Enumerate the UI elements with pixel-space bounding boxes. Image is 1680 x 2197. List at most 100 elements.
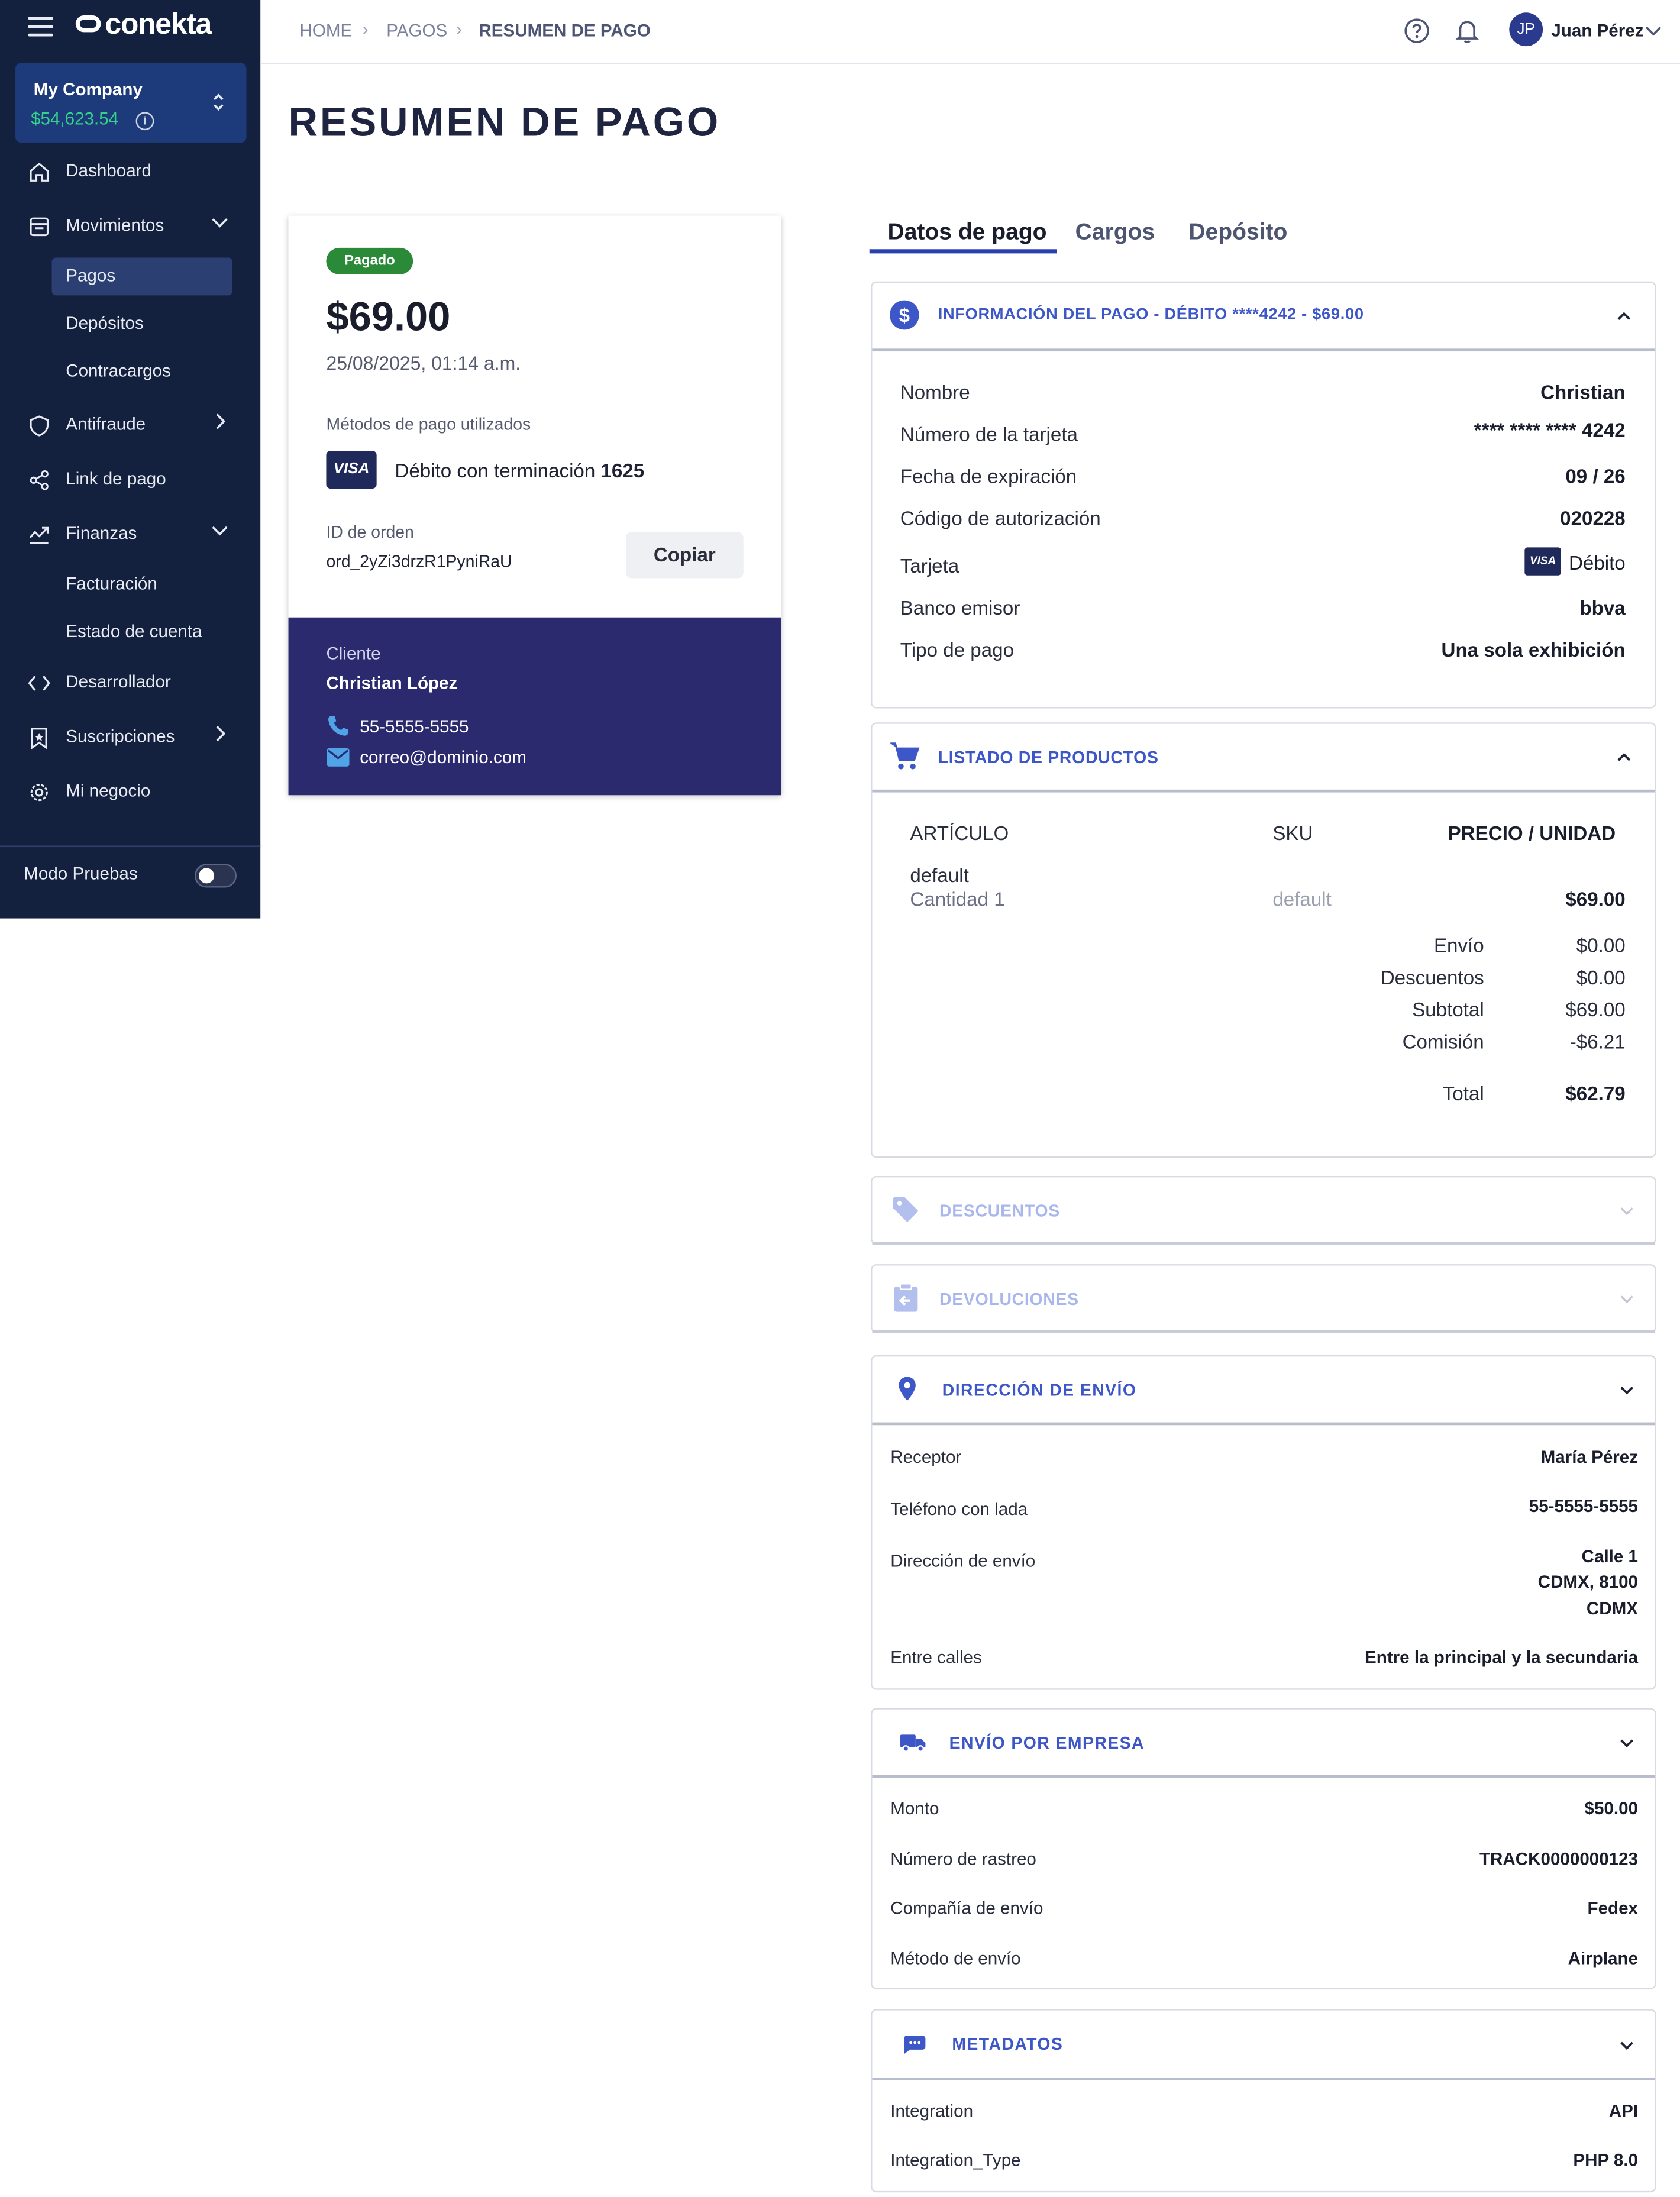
chevron-updown-icon	[211, 92, 225, 115]
payment-amount: $69.00	[326, 295, 451, 341]
client-email: correo@dominio.com	[360, 747, 526, 767]
chevron-down-icon[interactable]	[1618, 2037, 1635, 2054]
info-label-auth-code: Código de autorización	[900, 506, 1101, 529]
metadata-panel: METADATOS Integration API Integration_Ty…	[871, 2009, 1656, 2193]
col-header-price: PRECIO / UNIDAD	[1448, 822, 1616, 845]
menu-icon[interactable]	[28, 17, 53, 37]
monto-label: Monto	[890, 1799, 939, 1819]
shipping-address-panel: DIRECCIÓN DE ENVÍO Receptor María Pérez …	[871, 1355, 1656, 1690]
sidebar-item-desarrollador[interactable]: Desarrollador	[0, 664, 260, 703]
address-line-2: CDMX, 8100	[1537, 1572, 1639, 1592]
payment-datetime: 25/08/2025, 01:14 a.m.	[326, 353, 521, 374]
sidebar-item-mi-negocio[interactable]: Mi negocio	[0, 773, 260, 812]
panel-divider	[872, 348, 1655, 351]
tab-datos-de-pago[interactable]: Datos de pago	[887, 220, 1046, 247]
panel-title[interactable]: LISTADO DE PRODUCTOS	[938, 748, 1159, 767]
method-text: Débito con terminación	[395, 459, 596, 482]
sidebar-sub-pagos[interactable]: Pagos	[51, 257, 232, 296]
sidebar-item-finanzas[interactable]: Finanzas	[0, 515, 260, 554]
sidebar-sub-estado-de-cuenta[interactable]: Estado de cuenta	[52, 613, 232, 651]
total-label-envio: Envío	[1433, 933, 1484, 957]
status-badge: Pagado	[326, 247, 413, 274]
breadcrumb-pagos[interactable]: PAGOS	[386, 21, 447, 41]
sidebar-sub-label: Facturación	[66, 574, 157, 594]
home-icon	[30, 162, 49, 182]
carrier-label: Compañía de envío	[890, 1898, 1043, 1918]
help-icon[interactable]	[1403, 17, 1430, 44]
info-label-expiration: Fecha de expiración	[900, 464, 1077, 487]
between-value: Entre la principal y la secundaria	[1365, 1647, 1639, 1668]
total-label-descuentos: Descuentos	[1380, 966, 1484, 988]
topbar-divider	[260, 63, 1680, 64]
total-value-descuentos: $0.00	[1576, 966, 1626, 988]
sidebar-item-dashboard[interactable]: Dashboard	[0, 153, 260, 192]
panel-divider	[872, 1422, 1655, 1425]
copy-button[interactable]: Copiar	[625, 532, 744, 579]
col-header-sku: SKU	[1272, 822, 1313, 845]
info-label-card-number: Número de la tarjeta	[900, 422, 1078, 445]
integration-value: API	[1608, 2101, 1639, 2121]
chevron-right-icon	[216, 413, 226, 429]
panel-title: DEVOLUCIONES	[939, 1289, 1079, 1309]
company-name: My Company	[33, 79, 143, 100]
share-icon	[30, 470, 49, 490]
receptor-value: María Pérez	[1540, 1448, 1639, 1468]
sidebar-sub-depositos[interactable]: Depósitos	[52, 305, 232, 343]
info-icon[interactable]: i	[135, 112, 154, 131]
panel-title[interactable]: METADATOS	[952, 2034, 1063, 2054]
info-value-expiration: 09 / 26	[1565, 464, 1626, 487]
phone-value: 55-5555-5555	[1529, 1497, 1639, 1517]
company-selector[interactable]: My Company $54,623.54 i	[15, 63, 247, 143]
bell-icon[interactable]	[1453, 17, 1481, 44]
total-label-comision: Comisión	[1402, 1030, 1484, 1053]
breadcrumb-home[interactable]: HOME	[299, 21, 352, 41]
sidebar-item-suscripciones[interactable]: Suscripciones	[0, 718, 260, 757]
test-mode-label: Modo Pruebas	[24, 864, 138, 884]
chevron-down-icon[interactable]	[1645, 22, 1662, 39]
chevron-up-icon[interactable]	[1616, 749, 1632, 765]
panel-title[interactable]: INFORMACIÓN DEL PAGO - DÉBITO ****4242 -…	[938, 306, 1364, 323]
bookmark-icon	[31, 728, 47, 749]
avatar[interactable]: JP	[1509, 12, 1543, 47]
total-value-envio: $0.00	[1576, 933, 1626, 957]
grand-total-value: $62.79	[1565, 1082, 1626, 1105]
chevron-right-icon: ›	[362, 20, 369, 40]
chevron-down-icon	[212, 218, 228, 228]
info-label-bank: Banco emisor	[900, 596, 1020, 619]
chevron-down-icon[interactable]	[1618, 1734, 1635, 1751]
method-value: Airplane	[1568, 1949, 1639, 1969]
panel-divider	[872, 2078, 1655, 2080]
refunds-panel: DEVOLUCIONES	[871, 1264, 1656, 1333]
user-name[interactable]: Juan Pérez	[1551, 21, 1643, 41]
receptor-label: Receptor	[890, 1448, 962, 1468]
info-value-payment-type: Una sola exhibición	[1441, 638, 1626, 661]
panel-title: DESCUENTOS	[939, 1201, 1060, 1221]
sidebar-sub-label: Contracargos	[66, 361, 171, 381]
code-icon	[28, 676, 50, 691]
gear-icon	[30, 783, 48, 802]
sidebar-item-movimientos[interactable]: Movimientos	[0, 207, 260, 246]
test-mode-toggle[interactable]	[194, 864, 237, 888]
sidebar-item-antifraude[interactable]: Antifraude	[0, 406, 260, 445]
logo[interactable]: conekta	[75, 8, 212, 42]
sidebar-item-label: Link de pago	[66, 469, 166, 489]
sidebar-sub-facturacion[interactable]: Facturación	[52, 566, 232, 603]
visa-icon: VISA	[326, 451, 377, 489]
shield-icon	[30, 415, 49, 437]
total-value-subtotal: $69.00	[1565, 998, 1626, 1021]
chevron-right-icon	[216, 726, 226, 742]
sidebar-sub-contracargos[interactable]: Contracargos	[52, 353, 232, 390]
panel-title[interactable]: ENVÍO POR EMPRESA	[949, 1733, 1145, 1753]
chevron-up-icon[interactable]	[1616, 308, 1632, 325]
tab-deposito[interactable]: Depósito	[1188, 220, 1287, 247]
chevron-down-icon[interactable]	[1618, 1382, 1635, 1398]
integration-type-label: Integration_Type	[890, 2150, 1021, 2170]
sidebar-sub-label: Depósitos	[66, 314, 144, 334]
breadcrumb-current: RESUMEN DE PAGO	[479, 21, 651, 41]
panel-title[interactable]: DIRECCIÓN DE ENVÍO	[942, 1381, 1137, 1400]
sidebar-item-link-de-pago[interactable]: Link de pago	[0, 461, 260, 500]
tab-underline	[869, 249, 1057, 254]
tab-cargos[interactable]: Cargos	[1075, 220, 1155, 247]
chevron-down-icon	[1620, 1207, 1633, 1216]
client-name: Christian López	[326, 673, 458, 693]
